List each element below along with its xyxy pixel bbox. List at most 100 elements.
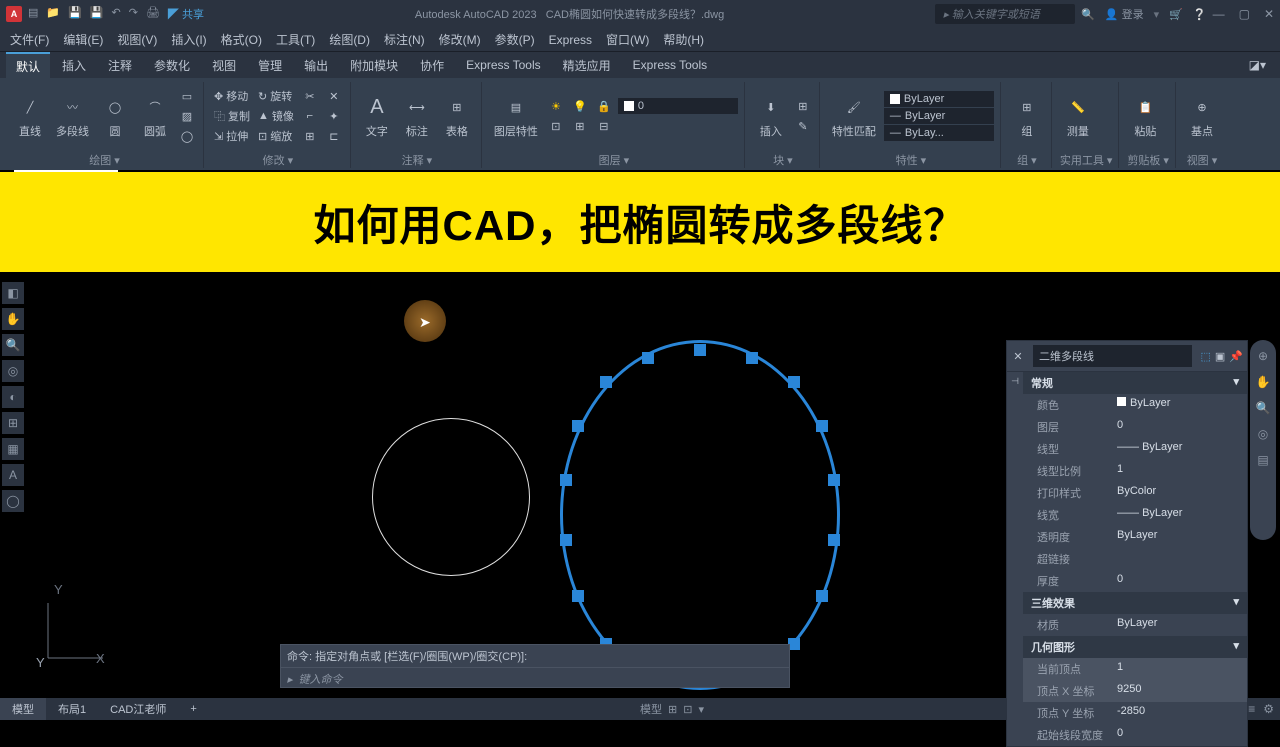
qat-saveas-icon[interactable]: 💾 [90,6,104,22]
rotate-button[interactable]: ↻ 旋转 [256,87,296,105]
menu-view[interactable]: 视图(V) [117,31,157,48]
prop-current-vertex[interactable]: 1 [1113,661,1247,677]
dim-button[interactable]: ⟷标注 [399,91,435,141]
prop-transparency[interactable]: ByLayer [1113,529,1247,545]
grip[interactable] [600,376,612,388]
menu-tools[interactable]: 工具(T) [276,31,315,48]
grip[interactable] [572,590,584,602]
qat-new-icon[interactable]: ▤ [28,6,38,22]
menu-express[interactable]: Express [549,33,592,47]
menu-dim[interactable]: 标注(N) [384,31,425,48]
tab-layout1[interactable]: 布局1 [46,698,98,720]
nav-icon[interactable]: ◧ [2,282,24,304]
color-dropdown[interactable]: ByLayer [884,91,994,107]
menu-draw[interactable]: 绘图(D) [329,31,370,48]
status-grid-icon[interactable]: ⊞ [668,703,677,716]
tab-teacher[interactable]: CAD江老师 [98,698,178,720]
menu-modify[interactable]: 修改(M) [439,31,481,48]
close-button[interactable]: ✕ [1264,7,1274,21]
palette-close-icon[interactable]: ✕ [1011,350,1025,363]
help-icon[interactable]: ❔ [1193,8,1207,21]
prop-start-width[interactable]: 0 [1113,727,1247,743]
status-model-button[interactable]: 模型 [640,701,662,717]
edit-block-icon[interactable]: ✎ [793,117,813,135]
grip[interactable] [816,590,828,602]
tab-annotate[interactable]: 注释 [98,53,142,78]
prop-color[interactable]: ByLayer [1113,397,1247,413]
cart-icon[interactable]: 🛒 [1169,8,1183,21]
layer-freeze-icon[interactable]: 💡 [570,97,590,115]
fillet-icon[interactable]: ⌐ [300,107,320,125]
text-tool-icon[interactable]: A [2,464,24,486]
explode-icon[interactable]: ✦ [324,107,344,125]
ellipse-icon[interactable]: ◯ [177,127,197,145]
table-button[interactable]: ⊞表格 [439,91,475,141]
grip[interactable] [642,352,654,364]
command-input[interactable]: ▸ 键入命令 [281,668,789,690]
nav-orbit-icon[interactable]: ◎ [1253,424,1273,444]
tab-collab[interactable]: 协作 [410,53,454,78]
grip[interactable] [828,474,840,486]
status-lwt-icon[interactable]: ≡ [1248,702,1255,716]
layer-on-icon[interactable]: ☀ [546,97,566,115]
trim-icon[interactable]: ✂ [300,87,320,105]
prop-layer[interactable]: 0 [1113,419,1247,435]
section-geometry[interactable]: 几何图形▾ [1023,636,1247,658]
offset-icon[interactable]: ⊏ [324,127,344,145]
circle-object[interactable] [372,418,530,576]
basepoint-button[interactable]: ⊕基点 [1184,91,1220,141]
tab-output[interactable]: 输出 [294,53,338,78]
qat-redo-icon[interactable]: ↷ [129,6,138,22]
tab-default[interactable]: 默认 [6,52,50,79]
circle-button[interactable]: ◯圆 [97,91,133,141]
nav-zoom-icon[interactable]: 🔍 [1253,398,1273,418]
status-settings-icon[interactable]: ⚙ [1263,702,1274,716]
qat-plot-icon[interactable]: 🖨 [146,6,160,22]
qat-save-icon[interactable]: 💾 [68,6,82,22]
layer-iso-icon[interactable]: ⊡ [546,117,566,135]
share-button[interactable]: ◤ 共享 [168,6,204,22]
pan-icon[interactable]: ✋ [2,308,24,330]
prop-material[interactable]: ByLayer [1113,617,1247,633]
maximize-button[interactable]: ▢ [1239,7,1250,21]
menu-insert[interactable]: 插入(I) [171,31,206,48]
layer-props-button[interactable]: ▤图层特性 [490,91,542,141]
palette-pin-icon[interactable]: 📌 [1229,350,1243,363]
qat-undo-icon[interactable]: ↶ [112,6,121,22]
tab-model[interactable]: 模型 [0,698,46,720]
login-button[interactable]: 👤 登录 [1105,6,1144,22]
polyline-button[interactable]: 〰多段线 [52,91,93,141]
match-props-button[interactable]: 🖌特性匹配 [828,91,880,141]
tab-manage[interactable]: 管理 [248,53,292,78]
prop-vertex-x[interactable]: 9250 [1113,683,1247,699]
command-line[interactable]: 命令: 指定对角点或 [栏选(F)/圈围(WP)/圈交(CP)]: ▸ 键入命令 [280,644,790,688]
grip[interactable] [788,376,800,388]
object-type-dropdown[interactable]: 二维多段线 [1033,345,1192,367]
array-icon[interactable]: ⊞ [300,127,320,145]
text-button[interactable]: A文字 [359,91,395,141]
menu-param[interactable]: 参数(P) [495,31,535,48]
quick-select-icon[interactable]: ⬚ [1200,350,1210,363]
rect-icon[interactable]: ▭ [177,87,197,105]
nav-wheel-icon[interactable]: ⊕ [1253,346,1273,366]
move-button[interactable]: ✥ 移动 [212,87,252,105]
prop-ltscale[interactable]: 1 [1113,463,1247,479]
layer-match-icon[interactable]: ⊟ [594,117,614,135]
erase-icon[interactable]: ✕ [324,87,344,105]
status-more-icon[interactable]: ▾ [698,703,704,716]
prop-plotstyle[interactable]: ByColor [1113,485,1247,501]
search-input[interactable]: ▸ 输入关键字或短语 [935,4,1075,24]
mirror-button[interactable]: ▲ 镜像 [256,107,296,125]
ltype-dropdown[interactable]: — ByLay... [884,125,994,141]
arc-button[interactable]: ⌒圆弧 [137,91,173,141]
select-objects-icon[interactable]: ▣ [1215,350,1225,363]
ribbon-collapse-icon[interactable]: ◪▾ [1241,58,1274,72]
stretch-button[interactable]: ⇲ 拉伸 [212,127,252,145]
copy-button[interactable]: ⿻ 复制 [212,107,252,125]
status-snap-icon[interactable]: ⊡ [683,703,692,716]
group-button[interactable]: ⊞组 [1009,91,1045,141]
prop-linetype[interactable]: —— ByLayer [1113,441,1247,457]
lweight-dropdown[interactable]: — ByLayer [884,108,994,124]
create-block-icon[interactable]: ⊞ [793,97,813,115]
tab-parametric[interactable]: 参数化 [144,53,200,78]
